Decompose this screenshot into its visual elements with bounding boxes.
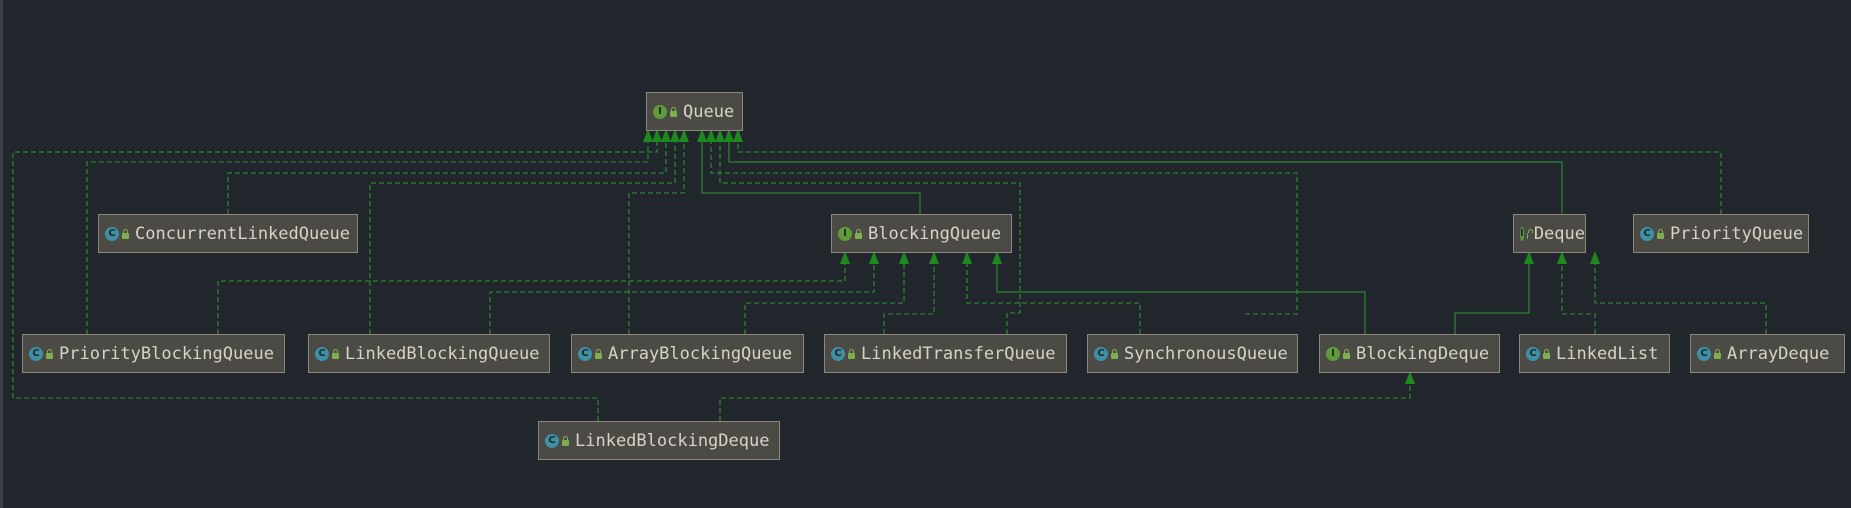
class-icon: C: [1526, 346, 1540, 361]
node-label: ArrayBlockingQueue: [608, 343, 793, 364]
uml-class-diagram: I Queue C ConcurrentLinkedQueue I BlockingQue…: [0, 0, 1851, 508]
edge-linked-blocking-deque-to-blocking-deque: [719, 373, 1411, 421]
class-icon: C: [1094, 346, 1108, 361]
edge-synchronous-queue-to-blocking-queue: [966, 253, 1141, 334]
node-linked-blocking-queue[interactable]: C LinkedBlockingQueue: [308, 334, 550, 373]
class-icon: C: [545, 433, 559, 448]
node-linked-transfer-queue[interactable]: C LinkedTransferQueue: [824, 334, 1067, 373]
node-label: LinkedList: [1556, 343, 1659, 364]
node-linked-blocking-deque[interactable]: C LinkedBlockingDeque: [538, 421, 780, 460]
interface-icon: I: [653, 104, 667, 119]
public-visibility-icon: [1657, 228, 1664, 239]
interface-icon: I: [1326, 346, 1340, 361]
node-synchronous-queue[interactable]: C SynchronousQueue: [1087, 334, 1298, 373]
node-label: BlockingQueue: [868, 223, 1002, 244]
node-concurrent-linked-queue[interactable]: C ConcurrentLinkedQueue: [98, 214, 358, 253]
node-linked-list[interactable]: C LinkedList: [1519, 334, 1670, 373]
node-blocking-queue[interactable]: I BlockingQueue: [831, 214, 1012, 253]
public-visibility-icon: [670, 106, 677, 117]
edge-blocking-deque-to-deque: [1454, 253, 1530, 334]
inheritance-edges: [12, 129, 1767, 421]
node-priority-queue[interactable]: C PriorityQueue: [1633, 214, 1809, 253]
public-visibility-icon: [848, 348, 855, 359]
edge-linked-blocking-deque-to-queue: [12, 131, 658, 421]
node-label: PriorityQueue: [1670, 223, 1804, 244]
public-visibility-icon: [855, 228, 862, 239]
public-visibility-icon: [122, 228, 129, 239]
public-visibility-icon: [46, 348, 53, 359]
node-priority-blocking-queue[interactable]: C PriorityBlockingQueue: [22, 334, 285, 373]
edge-array-deque-to-deque: [1594, 253, 1767, 334]
public-visibility-icon: [1714, 348, 1721, 359]
node-label: PriorityBlockingQueue: [59, 343, 274, 364]
class-icon: C: [578, 346, 592, 361]
edge-array-blocking-queue-to-queue: [628, 131, 685, 334]
node-label: ConcurrentLinkedQueue: [135, 223, 350, 244]
node-array-blocking-queue[interactable]: C ArrayBlockingQueue: [571, 334, 804, 373]
node-label: LinkedBlockingQueue: [345, 343, 540, 364]
edge-linked-list-to-deque: [1561, 253, 1596, 334]
edge-linked-blocking-queue-to-blocking-queue: [489, 253, 875, 334]
edge-priority-blocking-queue-to-blocking-queue: [217, 253, 846, 334]
arrowhead-array-deque-to-deque: [1590, 251, 1600, 264]
node-label: LinkedBlockingDeque: [575, 430, 770, 451]
edge-linked-blocking-queue-to-queue: [369, 131, 676, 334]
class-icon: C: [1640, 226, 1654, 241]
node-array-deque[interactable]: C ArrayDeque: [1690, 334, 1845, 373]
edge-linked-transfer-queue-to-blocking-queue: [883, 253, 935, 334]
public-visibility-icon: [1543, 348, 1550, 359]
interface-icon: I: [838, 226, 852, 241]
node-deque[interactable]: I Deque: [1513, 214, 1586, 253]
class-icon: C: [831, 346, 845, 361]
node-label: LinkedTransferQueue: [861, 343, 1056, 364]
node-blocking-deque[interactable]: I BlockingDeque: [1319, 334, 1500, 373]
public-visibility-icon: [332, 348, 339, 359]
class-icon: C: [105, 226, 119, 241]
class-icon: C: [29, 346, 43, 361]
node-label: BlockingDeque: [1356, 343, 1490, 364]
class-icon: C: [315, 346, 329, 361]
public-visibility-icon: [1343, 348, 1350, 359]
edge-concurrent-linked-queue-to-queue: [227, 131, 667, 214]
node-label: SynchronousQueue: [1124, 343, 1288, 364]
node-label: ArrayDeque: [1727, 343, 1830, 364]
node-queue[interactable]: I Queue: [646, 92, 743, 131]
public-visibility-icon: [562, 435, 569, 446]
node-label: Queue: [683, 101, 735, 122]
edge-array-blocking-queue-to-blocking-queue: [744, 253, 905, 334]
public-visibility-icon: [1526, 228, 1534, 239]
class-icon: C: [1697, 346, 1711, 361]
interface-icon: I: [1520, 226, 1524, 241]
public-visibility-icon: [1111, 348, 1118, 359]
node-label: Deque: [1533, 223, 1585, 244]
edge-blocking-deque-to-blocking-queue: [996, 253, 1366, 334]
public-visibility-icon: [595, 348, 602, 359]
